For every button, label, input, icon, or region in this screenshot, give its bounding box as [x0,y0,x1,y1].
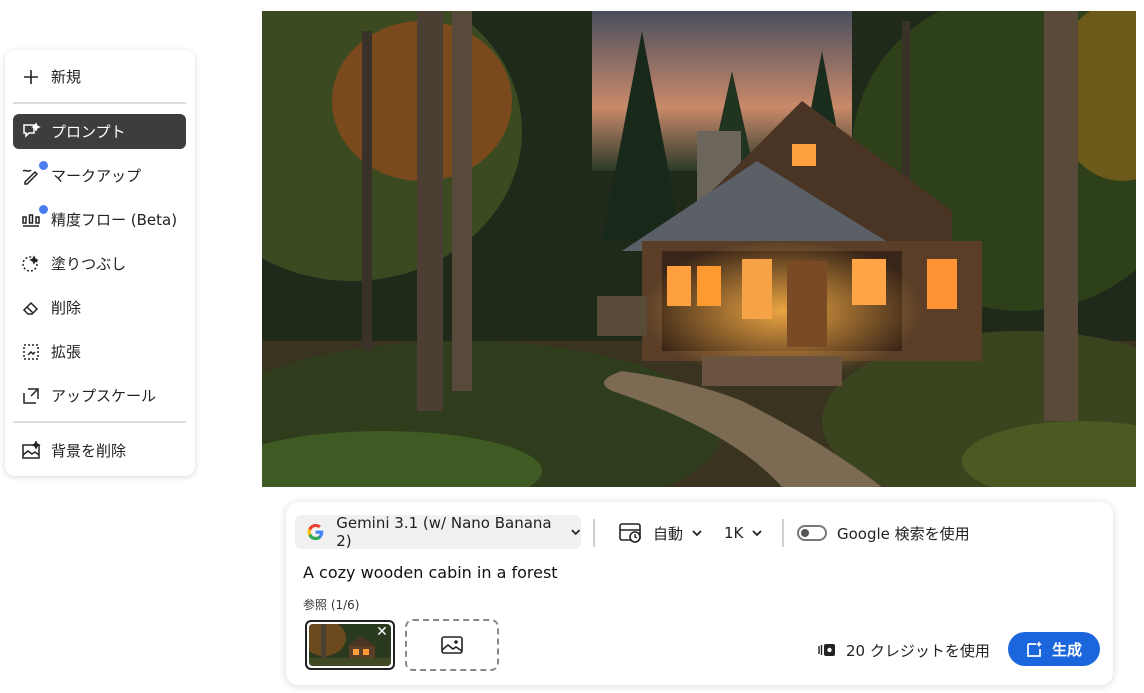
credits-label: 20 クレジットを使用 [846,641,990,660]
tool-remove[interactable]: 削除 [13,290,186,325]
reference-thumbnail[interactable]: ✕ [305,620,395,670]
chevron-down-icon [752,530,763,537]
generate-button[interactable]: 生成 [1008,632,1100,666]
new-button[interactable]: 新規 [13,59,186,94]
tool-label: マークアップ [51,167,142,185]
prompt-panel: Gemini 3.1 (w/ Nano Banana 2) 自動 1K Goog… [286,502,1113,685]
model-name: Gemini 3.1 (w/ Nano Banana 2) [336,514,552,550]
toggle-switch[interactable] [797,525,827,541]
tool-label: 精度フロー (Beta) [51,211,178,229]
google-search-toggle[interactable]: Google 検索を使用 [797,519,970,547]
tool-label: プロンプト [51,123,126,141]
generate-label: 生成 [1051,640,1082,659]
add-reference-button[interactable] [405,619,499,671]
expand-icon [20,341,42,363]
divider [593,519,595,547]
google-search-label: Google 検索を使用 [837,524,970,543]
fill-icon [20,253,42,275]
close-icon[interactable]: ✕ [375,625,389,639]
credits-info: 20 クレジットを使用 [818,640,990,660]
remove-background-icon [20,440,42,462]
panel-divider [13,421,186,423]
tool-markup[interactable]: マークアップ [13,158,186,193]
prompt-input[interactable]: A cozy wooden cabin in a forest [303,563,558,582]
generate-icon [1027,641,1043,657]
model-select[interactable]: Gemini 3.1 (w/ Nano Banana 2) [295,514,581,550]
prompt-icon [20,121,42,143]
tool-panel: 新規 プロンプト マークアップ 精度フロー (Beta) 塗りつぶし 削除 拡張… [5,50,195,476]
tool-expand[interactable]: 拡張 [13,334,186,369]
tool-fill[interactable]: 塗りつぶし [13,246,186,281]
image-icon [441,636,463,654]
tool-label: 削除 [51,299,82,317]
tool-label: アップスケール [51,387,157,405]
panel-divider [13,102,186,104]
resolution-value: 1K [724,524,744,542]
markup-icon [20,160,48,187]
tool-prompt[interactable]: プロンプト [13,114,186,149]
chevron-down-icon [692,530,702,537]
beta-dot [39,160,48,170]
tool-upscale[interactable]: アップスケール [13,378,186,413]
aspect-value: 自動 [653,524,684,543]
resolution-select[interactable]: 1K [724,519,763,547]
tool-label: 拡張 [51,343,82,361]
credits-icon [818,644,835,656]
google-icon [307,523,324,541]
tool-label: 背景を削除 [51,442,127,460]
new-label: 新規 [51,68,82,86]
generated-image[interactable] [262,11,1136,487]
plus-icon [20,66,42,88]
reference-label: 参照 (1/6) [303,598,360,612]
remove-icon [20,297,42,319]
tool-label: 塗りつぶし [51,255,127,273]
aspect-ratio-icon [619,523,641,543]
precision-flow-icon [20,204,48,231]
upscale-icon [20,385,42,407]
tool-precision-flow[interactable]: 精度フロー (Beta) [13,202,186,237]
divider [782,519,784,547]
tool-remove-background[interactable]: 背景を削除 [13,433,186,468]
aspect-select[interactable]: 自動 [619,519,703,547]
beta-dot [39,204,48,214]
chevron-down-icon [570,529,580,536]
